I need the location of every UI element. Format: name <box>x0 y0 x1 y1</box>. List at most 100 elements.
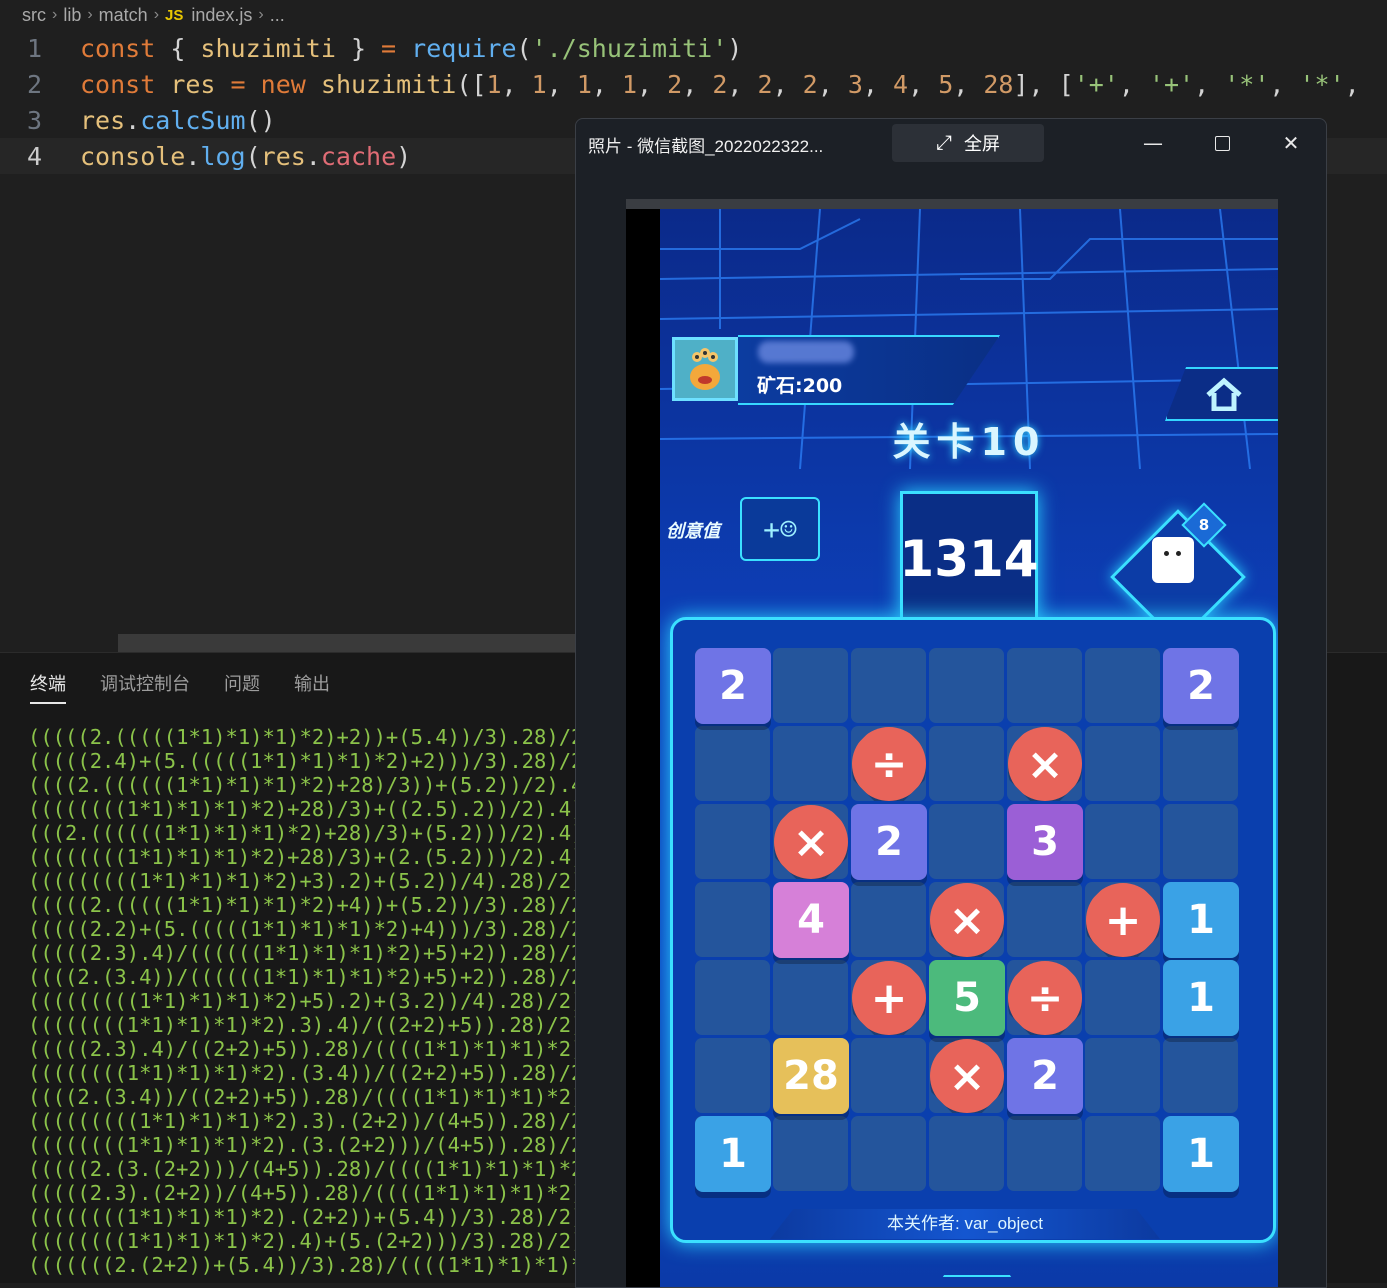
chevron-right-icon: › <box>153 6 160 23</box>
code-token: const <box>80 69 156 99</box>
terminal-line: (((((2.2)+(5.(((((1*1)*1)*1)*2)+4)))/3).… <box>28 917 596 941</box>
number-tile: 2 <box>695 648 771 724</box>
code-token: { <box>155 33 201 63</box>
board-cell <box>1085 1038 1160 1113</box>
code-token: } <box>335 33 382 63</box>
terminal-line: ((((((((1*1)*1)*1)*2)+28)/3)+((2.5).2))/… <box>28 797 584 821</box>
code-token: , <box>546 69 577 99</box>
horizontal-scrollbar[interactable] <box>118 634 578 652</box>
fullscreen-label: 全屏 <box>964 134 1000 154</box>
photos-window[interactable]: 照片 - 微信截图_2022022322... ⤢ 全屏 — ✕ 矿石:200 … <box>575 118 1327 1288</box>
maximize-button[interactable] <box>1202 127 1242 159</box>
board-cell <box>695 804 770 879</box>
code-token: log <box>200 141 246 171</box>
code-token: 5 <box>938 69 954 99</box>
tab-terminal[interactable]: 终端 <box>30 664 66 704</box>
board-cell <box>929 648 1004 723</box>
close-button[interactable]: ✕ <box>1271 127 1311 159</box>
terminal-line: (((((2.4)+(5.(((((1*1)*1)*1)*2)+2)))/3).… <box>28 749 596 773</box>
code-token: , <box>1118 69 1149 99</box>
board-cell <box>851 1038 926 1113</box>
line-number: 3 <box>26 105 42 135</box>
code-token: 2 <box>667 69 683 99</box>
code-token: , <box>682 69 713 99</box>
code-line[interactable]: 1 const { shuzimiti } = require('./shuzim… <box>0 30 1387 66</box>
breadcrumb-src[interactable]: src <box>22 5 46 26</box>
code-token: './shuzimiti' <box>531 33 728 63</box>
target-number: 1314 <box>899 491 1039 627</box>
board-cell <box>1085 1116 1160 1191</box>
code-token: ( <box>516 33 532 63</box>
number-tile: 3 <box>1007 804 1083 880</box>
code-token: calcSum <box>140 105 246 135</box>
board-cell <box>1007 882 1082 957</box>
code-token: , <box>727 69 758 99</box>
code-token: res <box>170 69 216 99</box>
terminal-output[interactable]: (((((2.(((((1*1)*1)*1)*2)+2))+(5.4))/3).… <box>28 725 620 1277</box>
board-cell <box>1085 648 1160 723</box>
terminal-line: ((((2.(3.4))/((((((1*1)*1)*1)*2)+5)+2)).… <box>28 965 596 989</box>
breadcrumb-lib[interactable]: lib <box>63 5 81 26</box>
code-token: 28 <box>983 69 1014 99</box>
creative-label: 创意值 <box>666 521 720 542</box>
terminal-line: (((((((2.(2+2))+(5.4))/3).28)/((((1*1)*1… <box>28 1253 621 1277</box>
line-number: 2 <box>26 69 42 99</box>
code-token: ([ <box>456 69 487 99</box>
fullscreen-button[interactable]: ⤢ 全屏 <box>892 124 1044 162</box>
number-tile: 2 <box>1163 648 1239 724</box>
terminal-line: ((((2.(3.4))/((2+2)+5)).28)/((((1*1)*1)*… <box>28 1085 596 1109</box>
board-cell <box>1163 726 1238 801</box>
number-tile: 2 <box>851 804 927 880</box>
code-token: , <box>953 69 984 99</box>
code-token: = <box>230 69 246 99</box>
number-tile: 1 <box>1163 1116 1239 1192</box>
terminal-line: (((((2.3).(2+2))/(4+5)).28)/((((1*1)*1)*… <box>28 1181 596 1205</box>
code-token: , <box>908 69 939 99</box>
home-icon <box>1205 377 1242 411</box>
board-cell <box>851 1116 926 1191</box>
board-cell <box>695 960 770 1035</box>
tab-output[interactable]: 输出 <box>294 664 330 702</box>
code-token: () <box>245 105 276 135</box>
code-token: 3 <box>847 69 863 99</box>
terminal-line: ((((((((1*1)*1)*1)*2)+28)/3)+(2.(5.2)))/… <box>28 845 584 869</box>
board-cell <box>1163 804 1238 879</box>
board-cell <box>1163 1038 1238 1113</box>
line-number: 1 <box>26 33 42 63</box>
breadcrumb-match[interactable]: match <box>99 5 148 26</box>
code-token: res <box>260 141 306 171</box>
number-tile: 2 <box>1007 1038 1083 1114</box>
breadcrumb-more[interactable]: ... <box>270 5 285 26</box>
code-token: , <box>817 69 848 99</box>
player-name-blurred <box>758 341 854 363</box>
tab-problems[interactable]: 问题 <box>224 664 260 702</box>
number-tile: 28 <box>773 1038 849 1114</box>
minimize-button[interactable]: — <box>1133 127 1173 159</box>
code-line[interactable]: 2 const res = new shuzimiti([1, 1, 1, 1, … <box>0 66 1387 102</box>
terminal-line: (((((((((1*1)*1)*1)*2)+3).2)+(5.2))/4).2… <box>28 869 584 893</box>
code-token: , <box>591 69 622 99</box>
tab-debug-console[interactable]: 调试控制台 <box>100 664 190 702</box>
breadcrumb-file[interactable]: index.js <box>191 5 252 26</box>
line-number: 4 <box>26 141 42 171</box>
code-token: 2 <box>757 69 773 99</box>
terminal-line: (((((2.3).4)/((((((1*1)*1)*1)*2)+5)+2)).… <box>28 941 596 965</box>
code-token: shuzimiti <box>320 69 457 99</box>
code-token: , <box>862 69 894 99</box>
board-cell <box>773 960 848 1035</box>
terminal-line: (((((2.3).4)/((2+2)+5)).28)/((((1*1)*1)*… <box>28 1037 596 1061</box>
code-token: 1 <box>531 69 547 99</box>
breadcrumb: src › lib › match › JS index.js › ... <box>0 0 1387 30</box>
number-tile: 1 <box>695 1116 771 1192</box>
terminal-line: ((((((((1*1)*1)*1)*2).4)+(5.(2+2)))/3).2… <box>28 1229 584 1253</box>
game-board: 2 2 2 3 4 1 5 1 28 2 1 1 ÷ × × × + + ÷ × <box>670 617 1276 1243</box>
code-token: ( <box>245 141 261 171</box>
code-token: 2 <box>802 69 818 99</box>
code-token: require <box>411 33 517 63</box>
code-token: 1 <box>576 69 592 99</box>
terminal-line: ((((((((1*1)*1)*1)*2).(2+2))+(5.4))/3).2… <box>28 1205 584 1229</box>
board-cell <box>773 726 848 801</box>
code-token: 1 <box>486 69 502 99</box>
board-cell <box>695 882 770 957</box>
